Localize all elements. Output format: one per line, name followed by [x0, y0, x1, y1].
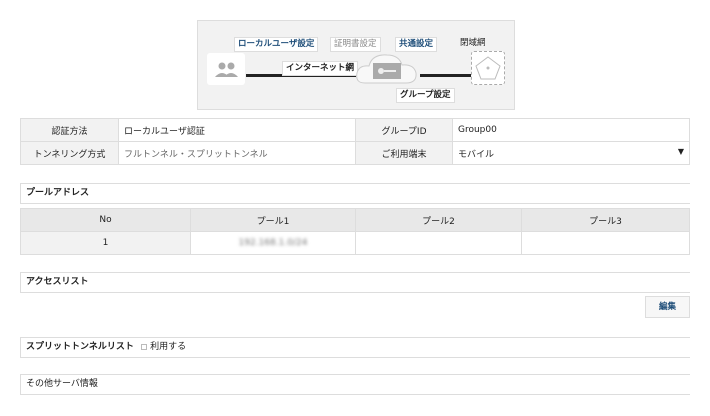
auth-method-value: ローカルユーザ認証	[118, 118, 356, 142]
edit-button[interactable]: 編集	[645, 296, 690, 318]
pool-address-header: プールアドレス	[20, 183, 690, 204]
split-tunnel-title: スプリットトンネルリスト	[26, 342, 134, 352]
cell-pool2	[355, 231, 522, 255]
closed-network-icon	[471, 51, 505, 85]
cloud-gateway-icon	[355, 49, 423, 92]
col-pool2: プール2	[355, 208, 522, 232]
group-setting-link[interactable]: グループ設定	[396, 88, 455, 103]
use-checkbox[interactable]	[140, 343, 147, 350]
network-diagram: ローカルユーザ設定 証明書設定 共通設定 閉域網 インターネット網 グループ設定	[197, 20, 515, 110]
cell-no: 1	[20, 231, 191, 255]
tunnel-method-value: フルトンネル・スプリットトンネル	[118, 141, 356, 165]
use-checkbox-label: 利用する	[150, 342, 187, 352]
pool-address-table: No プール1 プール2 プール3 1 192.168.1.0/24	[20, 208, 690, 255]
users-icon	[207, 53, 245, 85]
connection-line	[420, 74, 472, 77]
col-pool3: プール3	[521, 208, 690, 232]
closed-network-label: 閉域網	[460, 38, 486, 48]
other-server-info-header: その他サーバ情報	[20, 374, 690, 395]
table-row: 1 192.168.1.0/24	[20, 231, 690, 255]
split-tunnel-list-header: スプリットトンネルリスト 利用する	[20, 337, 690, 358]
group-info-table: 認証方法 ローカルユーザ認証 グループID Group00 トンネリング方式 フ…	[20, 118, 690, 165]
device-select-value: モバイル	[458, 149, 495, 160]
col-pool1: プール1	[190, 208, 356, 232]
cell-pool1: 192.168.1.0/24	[190, 231, 356, 255]
cell-pool3	[521, 231, 690, 255]
pool1-value: 192.168.1.0/24	[238, 238, 308, 248]
local-user-setting-link[interactable]: ローカルユーザ設定	[234, 37, 319, 52]
group-id-label: グループID	[355, 118, 453, 142]
tunnel-method-label: トンネリング方式	[20, 141, 119, 165]
device-label: ご利用端末	[355, 141, 453, 165]
group-id-value: Group00	[452, 118, 690, 142]
access-list-header: アクセスリスト	[20, 272, 690, 293]
auth-method-label: 認証方法	[20, 118, 119, 142]
device-select[interactable]: モバイル ▼	[452, 141, 690, 165]
dropdown-arrow-icon: ▼	[677, 146, 684, 156]
col-no: No	[20, 208, 191, 232]
internet-label: インターネット網	[282, 61, 359, 76]
